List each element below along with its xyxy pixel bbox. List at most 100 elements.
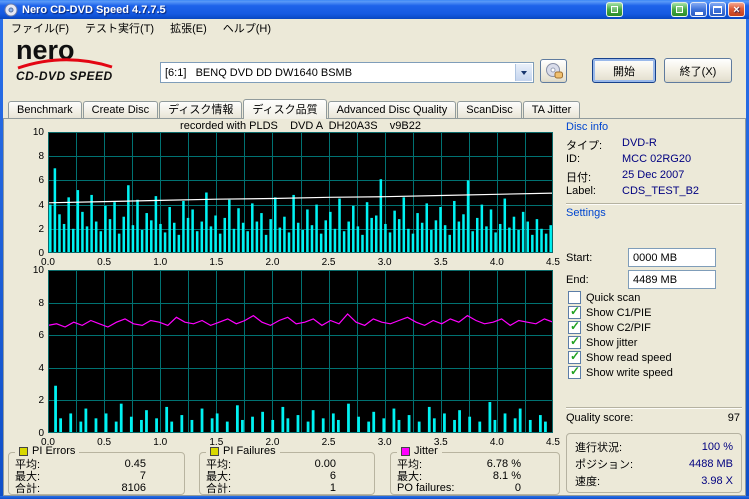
stats-pi-failures: PI Failures 平均: 0.00 最大: 6 合計: 1	[199, 445, 375, 495]
menu-extensions[interactable]: 拡張(E)	[162, 18, 215, 38]
stat-row: PO failures: 0	[397, 482, 553, 494]
stat-label: 合計:	[15, 483, 41, 495]
nero-logo-product: CD-DVD SPEED	[16, 69, 113, 83]
title-bar: Nero CD-DVD Speed 4.7.7.5 ×	[0, 0, 749, 19]
window-title: Nero CD-DVD Speed 4.7.7.5	[22, 3, 166, 16]
tab-disc-info[interactable]: ディスク情報	[159, 101, 243, 118]
pi-errors-legend-color	[19, 446, 28, 456]
chart-header: recorded with PLDS DVD A DH20A3S v9B22	[180, 120, 421, 132]
disc-info-value-label: CDS_TEST_B2	[622, 185, 700, 197]
menu-test-run[interactable]: テスト実行(T)	[77, 18, 162, 38]
disc-info-label-label: Label:	[566, 185, 596, 197]
checkbox-label-show-read-speed: Show read speed	[586, 351, 672, 364]
stat-value: 7	[139, 470, 146, 482]
x-axis-label: 1.5	[209, 437, 224, 448]
checkbox-show-jitter[interactable]: ✓	[568, 334, 581, 349]
disc-hand-icon	[545, 63, 563, 79]
tab-scandisc[interactable]: ScanDisc	[457, 101, 522, 118]
maximize-button[interactable]	[709, 2, 726, 17]
y-axis-label: 10	[32, 265, 44, 276]
eject-button[interactable]	[540, 59, 567, 83]
checkbox-row-quick-scan: Quick scan	[568, 291, 640, 304]
tab-ta-jitter[interactable]: TA Jitter	[522, 101, 581, 118]
x-axis-label: 3.0	[377, 257, 392, 268]
check-icon: ✓	[570, 364, 581, 378]
extra-window-button-1[interactable]	[606, 2, 623, 17]
stat-value: 0.00	[314, 458, 336, 470]
checkbox-show-c1-pie[interactable]: ✓	[568, 304, 581, 319]
disc-info-label-date: 日付:	[566, 172, 592, 184]
progress-label-speed: 速度:	[575, 475, 601, 488]
checkbox-label-show-jitter: Show jitter	[586, 336, 638, 349]
minimize-button[interactable]	[690, 2, 707, 17]
close-icon: ×	[733, 3, 740, 16]
stat-value: 0.45	[124, 458, 146, 470]
checkbox-quick-scan[interactable]	[568, 291, 581, 304]
x-axis-label: 3.5	[433, 257, 448, 268]
progress-row-speed: 速度: 3.98 X	[575, 472, 733, 489]
maximize-icon	[713, 5, 722, 14]
drive-select[interactable]: [6:1] BENQ DVD DD DW1640 BSMB	[160, 62, 534, 83]
tab-bar: Benchmark Create Disc ディスク情報 ディスク品質 Advanced…	[3, 99, 581, 119]
checkbox-show-write-speed[interactable]: ✓	[568, 364, 581, 379]
checkbox-row-show-c1-pie: ✓ Show C1/PIE	[568, 304, 652, 319]
disc-info-value-date: 25 Dec 2007	[622, 169, 685, 181]
x-axis-label: 1.0	[153, 437, 168, 448]
x-axis-label: 4.0	[489, 257, 504, 268]
stat-value: 1	[329, 482, 336, 494]
menu-file[interactable]: ファイル(F)	[3, 18, 77, 38]
check-icon: ✓	[570, 349, 581, 363]
disc-info-value-type: DVD-R	[622, 137, 657, 149]
x-axis-label: 4.5	[546, 257, 560, 268]
separator-2	[566, 407, 742, 409]
exit-button[interactable]: 終了(X)	[664, 58, 732, 83]
extra-window-button-2[interactable]	[671, 2, 688, 17]
disc-info-title: Disc info	[566, 121, 609, 133]
checkbox-show-c2-pif[interactable]: ✓	[568, 319, 581, 334]
tab-advanced-disc-quality[interactable]: Advanced Disc Quality	[327, 101, 457, 118]
check-icon: ✓	[570, 334, 581, 348]
menu-bar: ファイル(F) テスト実行(T) 拡張(E) ヘルプ(H)	[3, 19, 746, 37]
x-axis-label: 2.5	[321, 257, 336, 268]
close-button[interactable]: ×	[728, 2, 745, 17]
drive-select-arrow[interactable]	[515, 64, 532, 81]
x-axis-label: 2.0	[265, 437, 280, 448]
checkbox-row-show-jitter: ✓ Show jitter	[568, 334, 638, 349]
progress-row-position: ポジション: 4488 MB	[575, 455, 733, 472]
stat-label: 合計:	[206, 483, 232, 495]
nero-logo: nero CD-DVD SPEED	[16, 37, 161, 95]
x-axis-label: 2.0	[265, 257, 280, 268]
end-input[interactable]	[628, 270, 716, 289]
stat-value: 6.78 %	[486, 458, 521, 470]
checkbox-label-quick-scan: Quick scan	[586, 291, 641, 304]
app-icon[interactable]	[4, 3, 18, 17]
check-icon: ✓	[570, 304, 581, 318]
start-button[interactable]: 開始	[592, 58, 656, 83]
menu-help[interactable]: ヘルプ(H)	[215, 18, 279, 38]
nero-swoosh-icon	[17, 58, 113, 70]
checkbox-show-read-speed[interactable]: ✓	[568, 349, 581, 364]
y-axis-label: 4	[38, 199, 44, 211]
y-axis-label: 10	[32, 127, 44, 138]
progress-value-speed: 3.98 X	[701, 474, 733, 487]
exit-button-label: 終了(X)	[679, 65, 717, 78]
tab-benchmark[interactable]: Benchmark	[8, 101, 82, 118]
checkbox-label-show-c1-pie: Show C1/PIE	[586, 306, 652, 319]
start-input[interactable]	[628, 248, 716, 267]
disc-info-label-media-id: ID:	[566, 153, 581, 165]
x-axis-label: 0.5	[97, 257, 112, 268]
drive-chevron-down-icon	[521, 70, 527, 75]
settings-title: Settings	[566, 207, 606, 219]
x-axis-label: 4.0	[489, 437, 504, 448]
y-axis-label: 8	[38, 151, 44, 163]
y-axis-label: 2	[38, 395, 44, 407]
checkbox-row-show-c2-pif: ✓ Show C2/PIF	[568, 319, 651, 334]
end-label: End:	[566, 274, 589, 286]
window-border-left	[0, 19, 3, 499]
disc-info-value-media-id: MCC 02RG20	[622, 153, 692, 165]
progress-label-position: ポジション:	[575, 458, 634, 471]
jitter-legend-color	[401, 446, 410, 456]
tab-create-disc[interactable]: Create Disc	[82, 101, 159, 118]
progress-label-progress: 進行状況:	[575, 441, 623, 454]
tab-disc-quality[interactable]: ディスク品質	[243, 99, 327, 119]
